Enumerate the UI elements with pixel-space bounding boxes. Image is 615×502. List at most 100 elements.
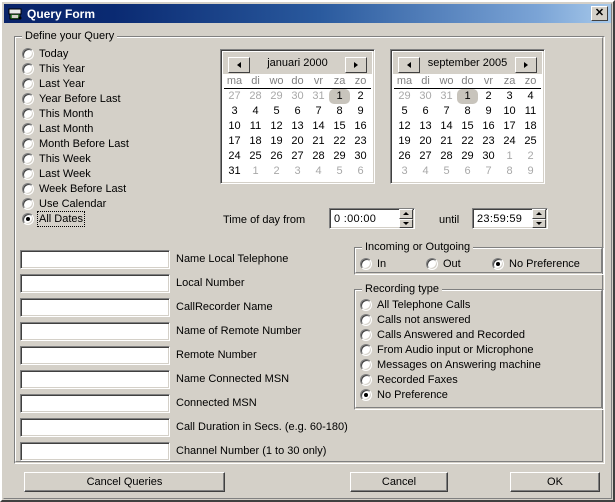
time-from-spin-down-icon[interactable] (399, 218, 413, 228)
calendar-day[interactable]: 30 (287, 89, 308, 104)
direction-option-radio-no-preference[interactable]: No Preference (492, 257, 580, 270)
calendar-day[interactable]: 11 (245, 119, 266, 134)
radio-dot-icon[interactable] (360, 373, 372, 386)
calendar-day[interactable]: 1 (499, 149, 520, 164)
calendar-day[interactable]: 31 (436, 89, 457, 104)
date-option-radio-today[interactable]: Today (22, 47, 68, 60)
calendar-day-selected[interactable]: 1 (329, 89, 350, 104)
time-from-spin-buttons[interactable] (399, 209, 413, 228)
calendar-day[interactable]: 3 (224, 104, 245, 119)
calendar-day[interactable]: 17 (499, 119, 520, 134)
calendar-day[interactable]: 5 (436, 164, 457, 179)
channel-number-input[interactable] (20, 442, 170, 461)
date-option-radio-this-week[interactable]: This Week (22, 152, 91, 165)
calendar-day[interactable]: 9 (520, 164, 541, 179)
calendar-day[interactable]: 6 (287, 104, 308, 119)
calendar-day[interactable]: 21 (436, 134, 457, 149)
calendar-day[interactable]: 18 (245, 134, 266, 149)
date-option-radio-last-month[interactable]: Last Month (22, 122, 93, 135)
radio-dot-icon[interactable] (426, 257, 438, 270)
cancel-queries-button[interactable]: Cancel Queries (24, 472, 225, 492)
cancel-button[interactable]: Cancel (350, 472, 448, 492)
calendar-day[interactable]: 12 (266, 119, 287, 134)
radio-dot-icon[interactable] (22, 77, 34, 90)
calendar-day[interactable]: 7 (436, 104, 457, 119)
date-option-radio-last-week[interactable]: Last Week (22, 167, 91, 180)
calendar-day[interactable]: 27 (224, 89, 245, 104)
direction-option-radio-in[interactable]: In (360, 257, 386, 270)
calendar-day[interactable]: 28 (245, 89, 266, 104)
time-until-value[interactable]: 23:59:59 (473, 213, 532, 225)
calendar-day[interactable]: 7 (478, 164, 499, 179)
calendar-day[interactable]: 8 (329, 104, 350, 119)
recording-option-radio-all-telephone-calls[interactable]: All Telephone Calls (360, 298, 470, 311)
radio-dot-icon[interactable] (22, 122, 34, 135)
calendar-day[interactable]: 29 (394, 89, 415, 104)
date-option-radio-last-year[interactable]: Last Year (22, 77, 85, 90)
calendar-day[interactable]: 12 (394, 119, 415, 134)
calendar-day[interactable]: 6 (350, 164, 371, 179)
calendar-day[interactable]: 2 (520, 149, 541, 164)
radio-dot-icon[interactable] (22, 62, 34, 75)
calendar-day[interactable]: 28 (436, 149, 457, 164)
end-calendar-next-month-button[interactable] (515, 57, 537, 73)
recording-option-radio-no-preference[interactable]: No Preference (360, 388, 448, 401)
radio-dot-icon[interactable] (22, 212, 34, 225)
connected-msn-input[interactable] (20, 394, 170, 413)
calendar-day[interactable]: 23 (350, 134, 371, 149)
recording-option-radio-calls-not-answered[interactable]: Calls not answered (360, 313, 471, 326)
recording-option-radio-calls-answered-and-recorded[interactable]: Calls Answered and Recorded (360, 328, 525, 341)
calendar-day[interactable]: 3 (287, 164, 308, 179)
calendar-day[interactable]: 22 (457, 134, 478, 149)
calendar-day[interactable]: 13 (287, 119, 308, 134)
calendar-day[interactable]: 21 (308, 134, 329, 149)
name-of-remote-number-input[interactable] (20, 322, 170, 341)
radio-dot-icon[interactable] (360, 257, 372, 270)
date-option-radio-this-year[interactable]: This Year (22, 62, 85, 75)
radio-dot-icon[interactable] (360, 343, 372, 356)
calendar-day[interactable]: 19 (394, 134, 415, 149)
radio-dot-icon[interactable] (360, 298, 372, 311)
calendar-day[interactable]: 2 (266, 164, 287, 179)
calendar-day[interactable]: 29 (266, 89, 287, 104)
calendar-day[interactable]: 9 (478, 104, 499, 119)
calendar-day[interactable]: 17 (224, 134, 245, 149)
calendar-day[interactable]: 2 (478, 89, 499, 104)
radio-dot-icon[interactable] (22, 92, 34, 105)
calendar-day[interactable]: 26 (266, 149, 287, 164)
end-calendar-prev-month-button[interactable] (398, 57, 420, 73)
calendar-day[interactable]: 30 (478, 149, 499, 164)
direction-option-radio-out[interactable]: Out (426, 257, 461, 270)
recording-option-radio-recorded-faxes[interactable]: Recorded Faxes (360, 373, 458, 386)
calendar-day[interactable]: 25 (245, 149, 266, 164)
calendar-day[interactable]: 29 (329, 149, 350, 164)
calendar-day[interactable]: 15 (457, 119, 478, 134)
calendar-day[interactable]: 16 (350, 119, 371, 134)
close-icon[interactable]: ✕ (591, 6, 608, 21)
calendar-day[interactable]: 3 (394, 164, 415, 179)
calendar-day[interactable]: 24 (224, 149, 245, 164)
calendar-day[interactable]: 30 (350, 149, 371, 164)
date-option-radio-year-before-last[interactable]: Year Before Last (22, 92, 121, 105)
radio-dot-icon[interactable] (360, 313, 372, 326)
calendar-day[interactable]: 6 (457, 164, 478, 179)
radio-dot-icon[interactable] (22, 137, 34, 150)
time-from-spinner[interactable]: 0 :00:00 (329, 208, 415, 229)
radio-dot-icon[interactable] (22, 197, 34, 210)
calendar-day[interactable]: 18 (520, 119, 541, 134)
name-connected-msn-input[interactable] (20, 370, 170, 389)
calendar-day[interactable]: 26 (394, 149, 415, 164)
calendar-day[interactable]: 27 (415, 149, 436, 164)
calendar-day[interactable]: 8 (457, 104, 478, 119)
calendar-day[interactable]: 5 (329, 164, 350, 179)
call-duration-input[interactable] (20, 418, 170, 437)
calendar-day[interactable]: 4 (308, 164, 329, 179)
date-option-radio-week-before-last[interactable]: Week Before Last (22, 182, 126, 195)
calendar-day[interactable]: 30 (415, 89, 436, 104)
name-local-telephone-input[interactable] (20, 250, 170, 269)
date-option-radio-all-dates[interactable]: All Dates (22, 210, 86, 227)
radio-dot-icon[interactable] (22, 107, 34, 120)
calendar-day[interactable]: 11 (520, 104, 541, 119)
start-calendar-next-month-button[interactable] (345, 57, 367, 73)
calendar-day[interactable]: 14 (436, 119, 457, 134)
